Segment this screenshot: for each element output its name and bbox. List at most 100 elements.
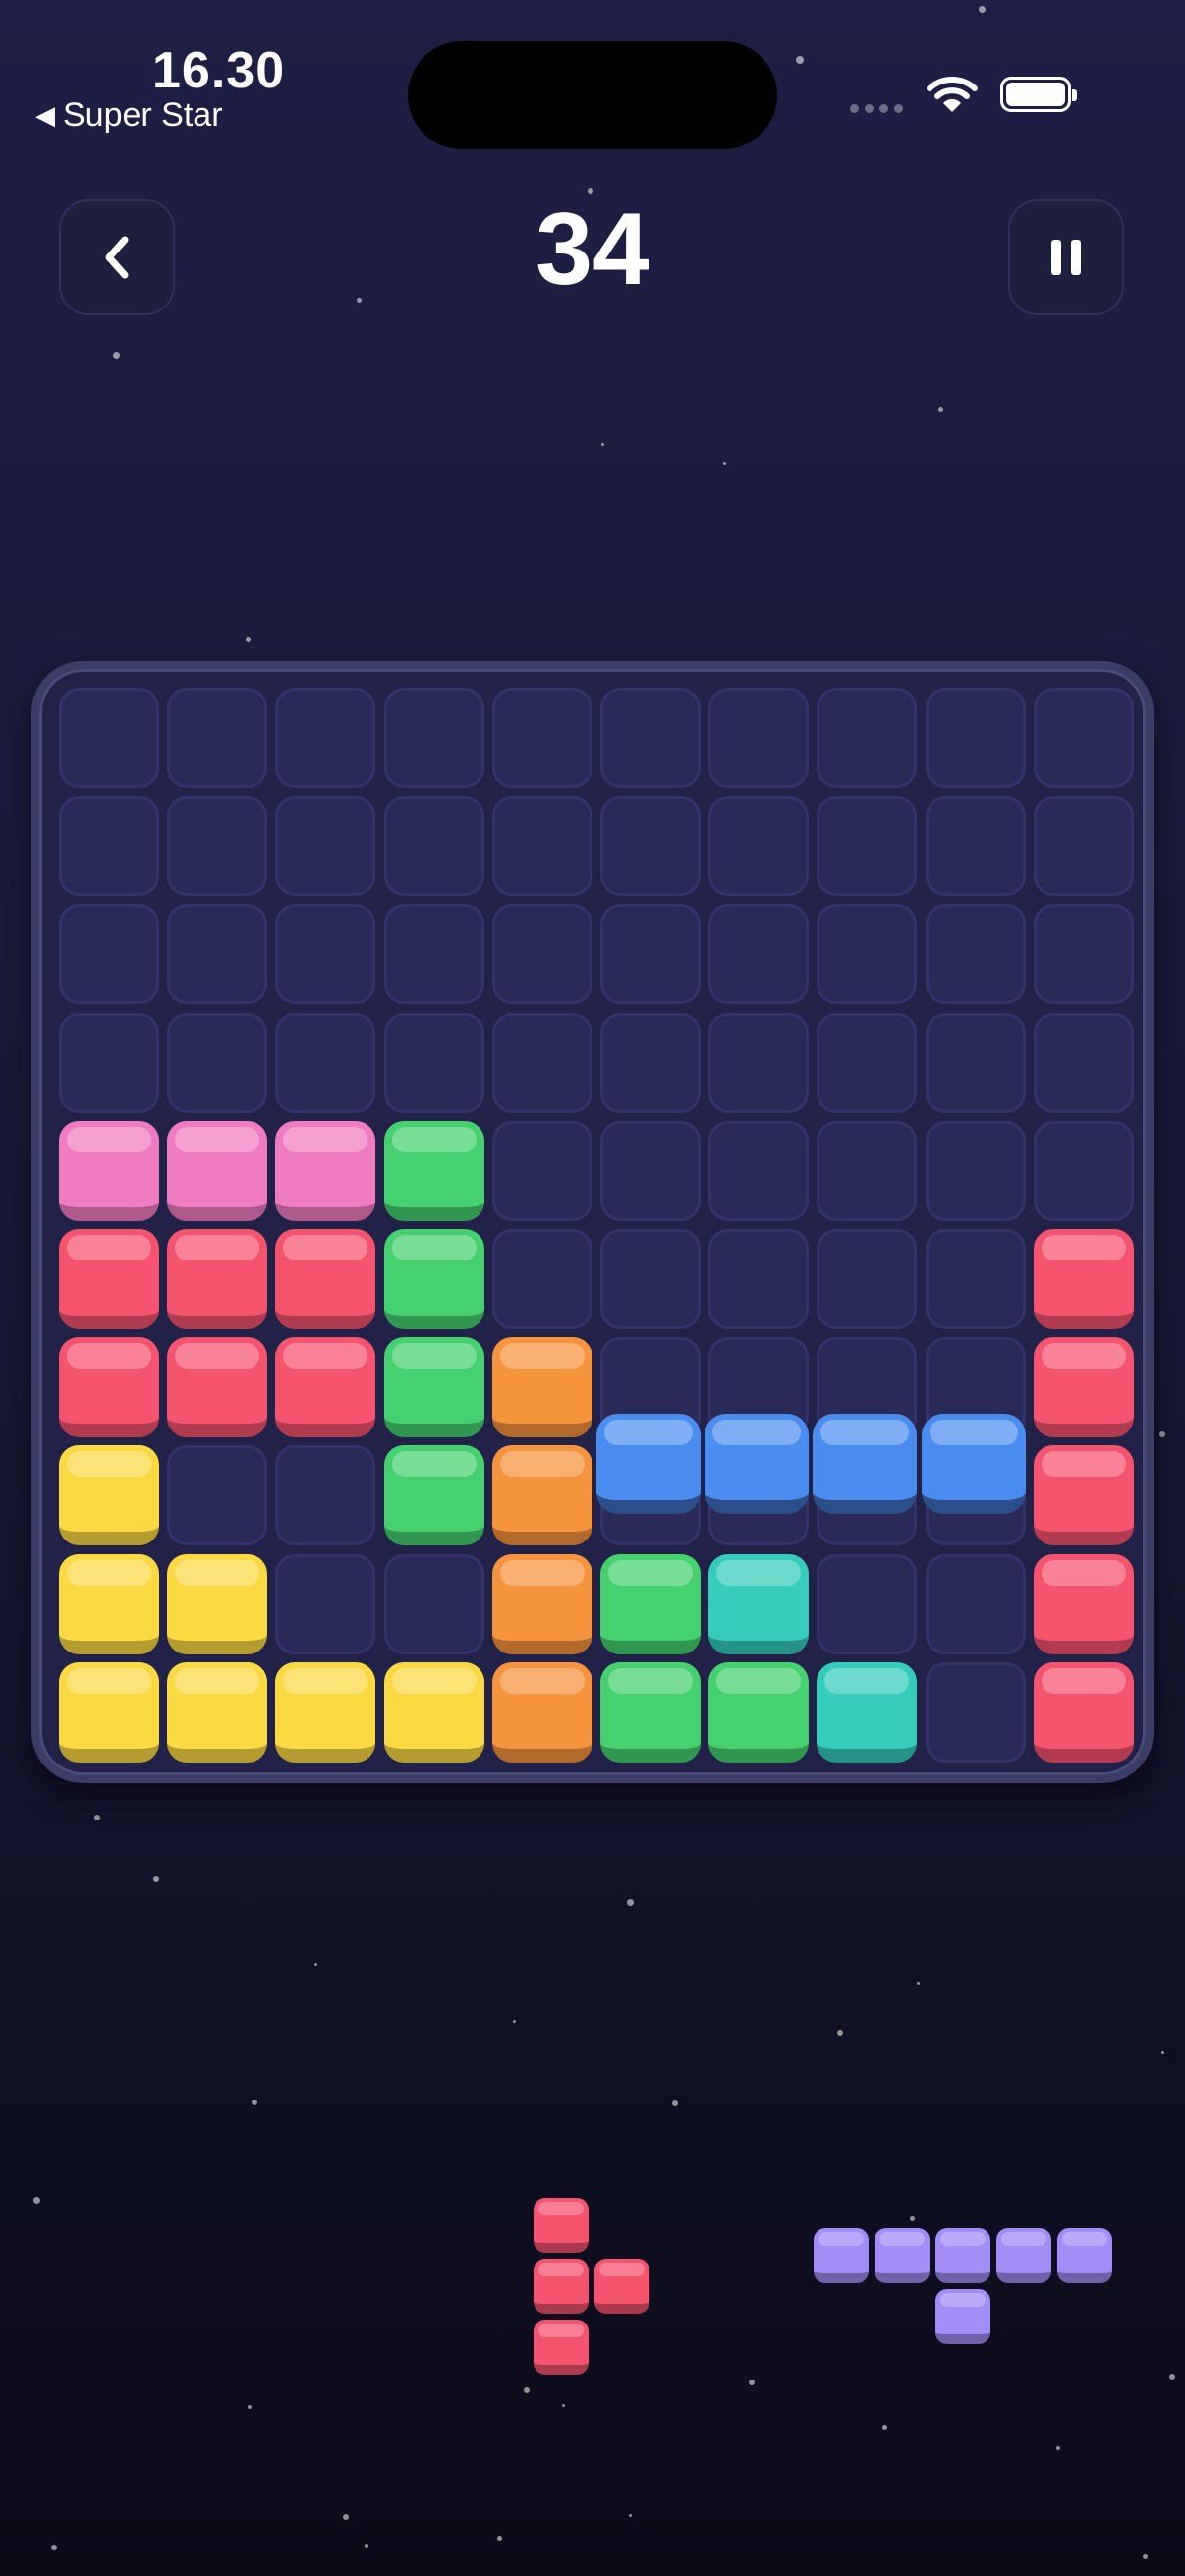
- empty-cell[interactable]: [600, 1120, 701, 1221]
- block-orange[interactable]: [491, 1553, 592, 1654]
- empty-cell[interactable]: [167, 796, 268, 897]
- empty-cell[interactable]: [59, 904, 159, 1005]
- empty-cell[interactable]: [600, 1229, 701, 1329]
- empty-cell[interactable]: [383, 1012, 484, 1113]
- empty-cell[interactable]: [275, 904, 376, 1005]
- empty-cell[interactable]: [600, 1012, 701, 1113]
- empty-cell[interactable]: [925, 1553, 1026, 1654]
- empty-cell[interactable]: [708, 796, 810, 897]
- block-green[interactable]: [383, 1120, 484, 1221]
- empty-cell[interactable]: [491, 1120, 592, 1221]
- empty-cell[interactable]: [925, 1012, 1026, 1113]
- block-green[interactable]: [600, 1553, 701, 1654]
- dragged-block-blue[interactable]: [921, 1414, 1026, 1515]
- board-grid[interactable]: [59, 688, 1134, 1763]
- empty-cell[interactable]: [167, 904, 268, 1005]
- empty-cell[interactable]: [383, 688, 484, 788]
- empty-cell[interactable]: [491, 1229, 592, 1329]
- block-green[interactable]: [383, 1337, 484, 1438]
- empty-cell[interactable]: [167, 1445, 268, 1546]
- game-board[interactable]: [31, 661, 1154, 1783]
- empty-cell[interactable]: [59, 688, 159, 788]
- empty-cell[interactable]: [817, 904, 918, 1005]
- block-red[interactable]: [167, 1229, 268, 1329]
- empty-cell[interactable]: [275, 1012, 376, 1113]
- empty-cell[interactable]: [275, 688, 376, 788]
- block-orange[interactable]: [491, 1661, 592, 1763]
- empty-cell[interactable]: [708, 1120, 810, 1221]
- empty-cell[interactable]: [708, 904, 810, 1005]
- dragged-block-blue[interactable]: [596, 1414, 701, 1515]
- empty-cell[interactable]: [708, 1012, 810, 1113]
- pause-button[interactable]: [1008, 199, 1124, 315]
- block-red[interactable]: [275, 1337, 376, 1438]
- empty-cell[interactable]: [600, 796, 701, 897]
- empty-cell[interactable]: [275, 796, 376, 897]
- empty-cell[interactable]: [167, 1012, 268, 1113]
- block-teal[interactable]: [708, 1553, 810, 1654]
- empty-cell[interactable]: [817, 1553, 918, 1654]
- empty-cell[interactable]: [925, 1229, 1026, 1329]
- block-yellow[interactable]: [59, 1661, 159, 1763]
- block-red[interactable]: [1033, 1337, 1134, 1438]
- dragged-block-blue[interactable]: [813, 1414, 918, 1515]
- empty-cell[interactable]: [491, 796, 592, 897]
- block-red[interactable]: [275, 1229, 376, 1329]
- block-yellow[interactable]: [275, 1661, 376, 1763]
- block-teal[interactable]: [817, 1661, 918, 1763]
- empty-cell[interactable]: [708, 1229, 810, 1329]
- empty-cell[interactable]: [383, 796, 484, 897]
- block-green[interactable]: [708, 1661, 810, 1763]
- block-red[interactable]: [1033, 1445, 1134, 1546]
- dragged-block-blue[interactable]: [705, 1414, 810, 1515]
- block-green[interactable]: [600, 1661, 701, 1763]
- empty-cell[interactable]: [491, 688, 592, 788]
- empty-cell[interactable]: [275, 1553, 376, 1654]
- block-red[interactable]: [1033, 1229, 1134, 1329]
- empty-cell[interactable]: [59, 1012, 159, 1113]
- empty-cell[interactable]: [925, 688, 1026, 788]
- block-yellow[interactable]: [167, 1661, 268, 1763]
- empty-cell[interactable]: [817, 796, 918, 897]
- empty-cell[interactable]: [275, 1445, 376, 1546]
- block-green[interactable]: [383, 1445, 484, 1546]
- block-yellow[interactable]: [383, 1661, 484, 1763]
- empty-cell[interactable]: [1033, 904, 1134, 1005]
- empty-cell[interactable]: [383, 1553, 484, 1654]
- block-yellow[interactable]: [167, 1553, 268, 1654]
- block-green[interactable]: [383, 1229, 484, 1329]
- block-red[interactable]: [167, 1337, 268, 1438]
- empty-cell[interactable]: [600, 904, 701, 1005]
- empty-cell[interactable]: [925, 1661, 1026, 1763]
- block-yellow[interactable]: [59, 1553, 159, 1654]
- block-pink[interactable]: [167, 1120, 268, 1221]
- block-pink[interactable]: [59, 1120, 159, 1221]
- block-orange[interactable]: [491, 1337, 592, 1438]
- block-red[interactable]: [1033, 1553, 1134, 1654]
- empty-cell[interactable]: [383, 904, 484, 1005]
- empty-cell[interactable]: [925, 1120, 1026, 1221]
- empty-cell[interactable]: [925, 796, 1026, 897]
- block-yellow[interactable]: [59, 1445, 159, 1546]
- empty-cell[interactable]: [817, 688, 918, 788]
- empty-cell[interactable]: [1033, 1120, 1134, 1221]
- block-pink[interactable]: [275, 1120, 376, 1221]
- block-red[interactable]: [1033, 1661, 1134, 1763]
- empty-cell[interactable]: [817, 1229, 918, 1329]
- empty-cell[interactable]: [817, 1120, 918, 1221]
- empty-cell[interactable]: [491, 1012, 592, 1113]
- empty-cell[interactable]: [925, 904, 1026, 1005]
- empty-cell[interactable]: [1033, 1012, 1134, 1113]
- empty-cell[interactable]: [59, 796, 159, 897]
- block-red[interactable]: [59, 1229, 159, 1329]
- empty-cell[interactable]: [600, 688, 701, 788]
- empty-cell[interactable]: [817, 1012, 918, 1113]
- status-back-link[interactable]: ◀ Super Star: [35, 96, 223, 135]
- empty-cell[interactable]: [167, 688, 268, 788]
- empty-cell[interactable]: [1033, 688, 1134, 788]
- empty-cell[interactable]: [491, 904, 592, 1005]
- block-red[interactable]: [59, 1337, 159, 1438]
- empty-cell[interactable]: [1033, 796, 1134, 897]
- block-orange[interactable]: [491, 1445, 592, 1546]
- empty-cell[interactable]: [708, 688, 810, 788]
